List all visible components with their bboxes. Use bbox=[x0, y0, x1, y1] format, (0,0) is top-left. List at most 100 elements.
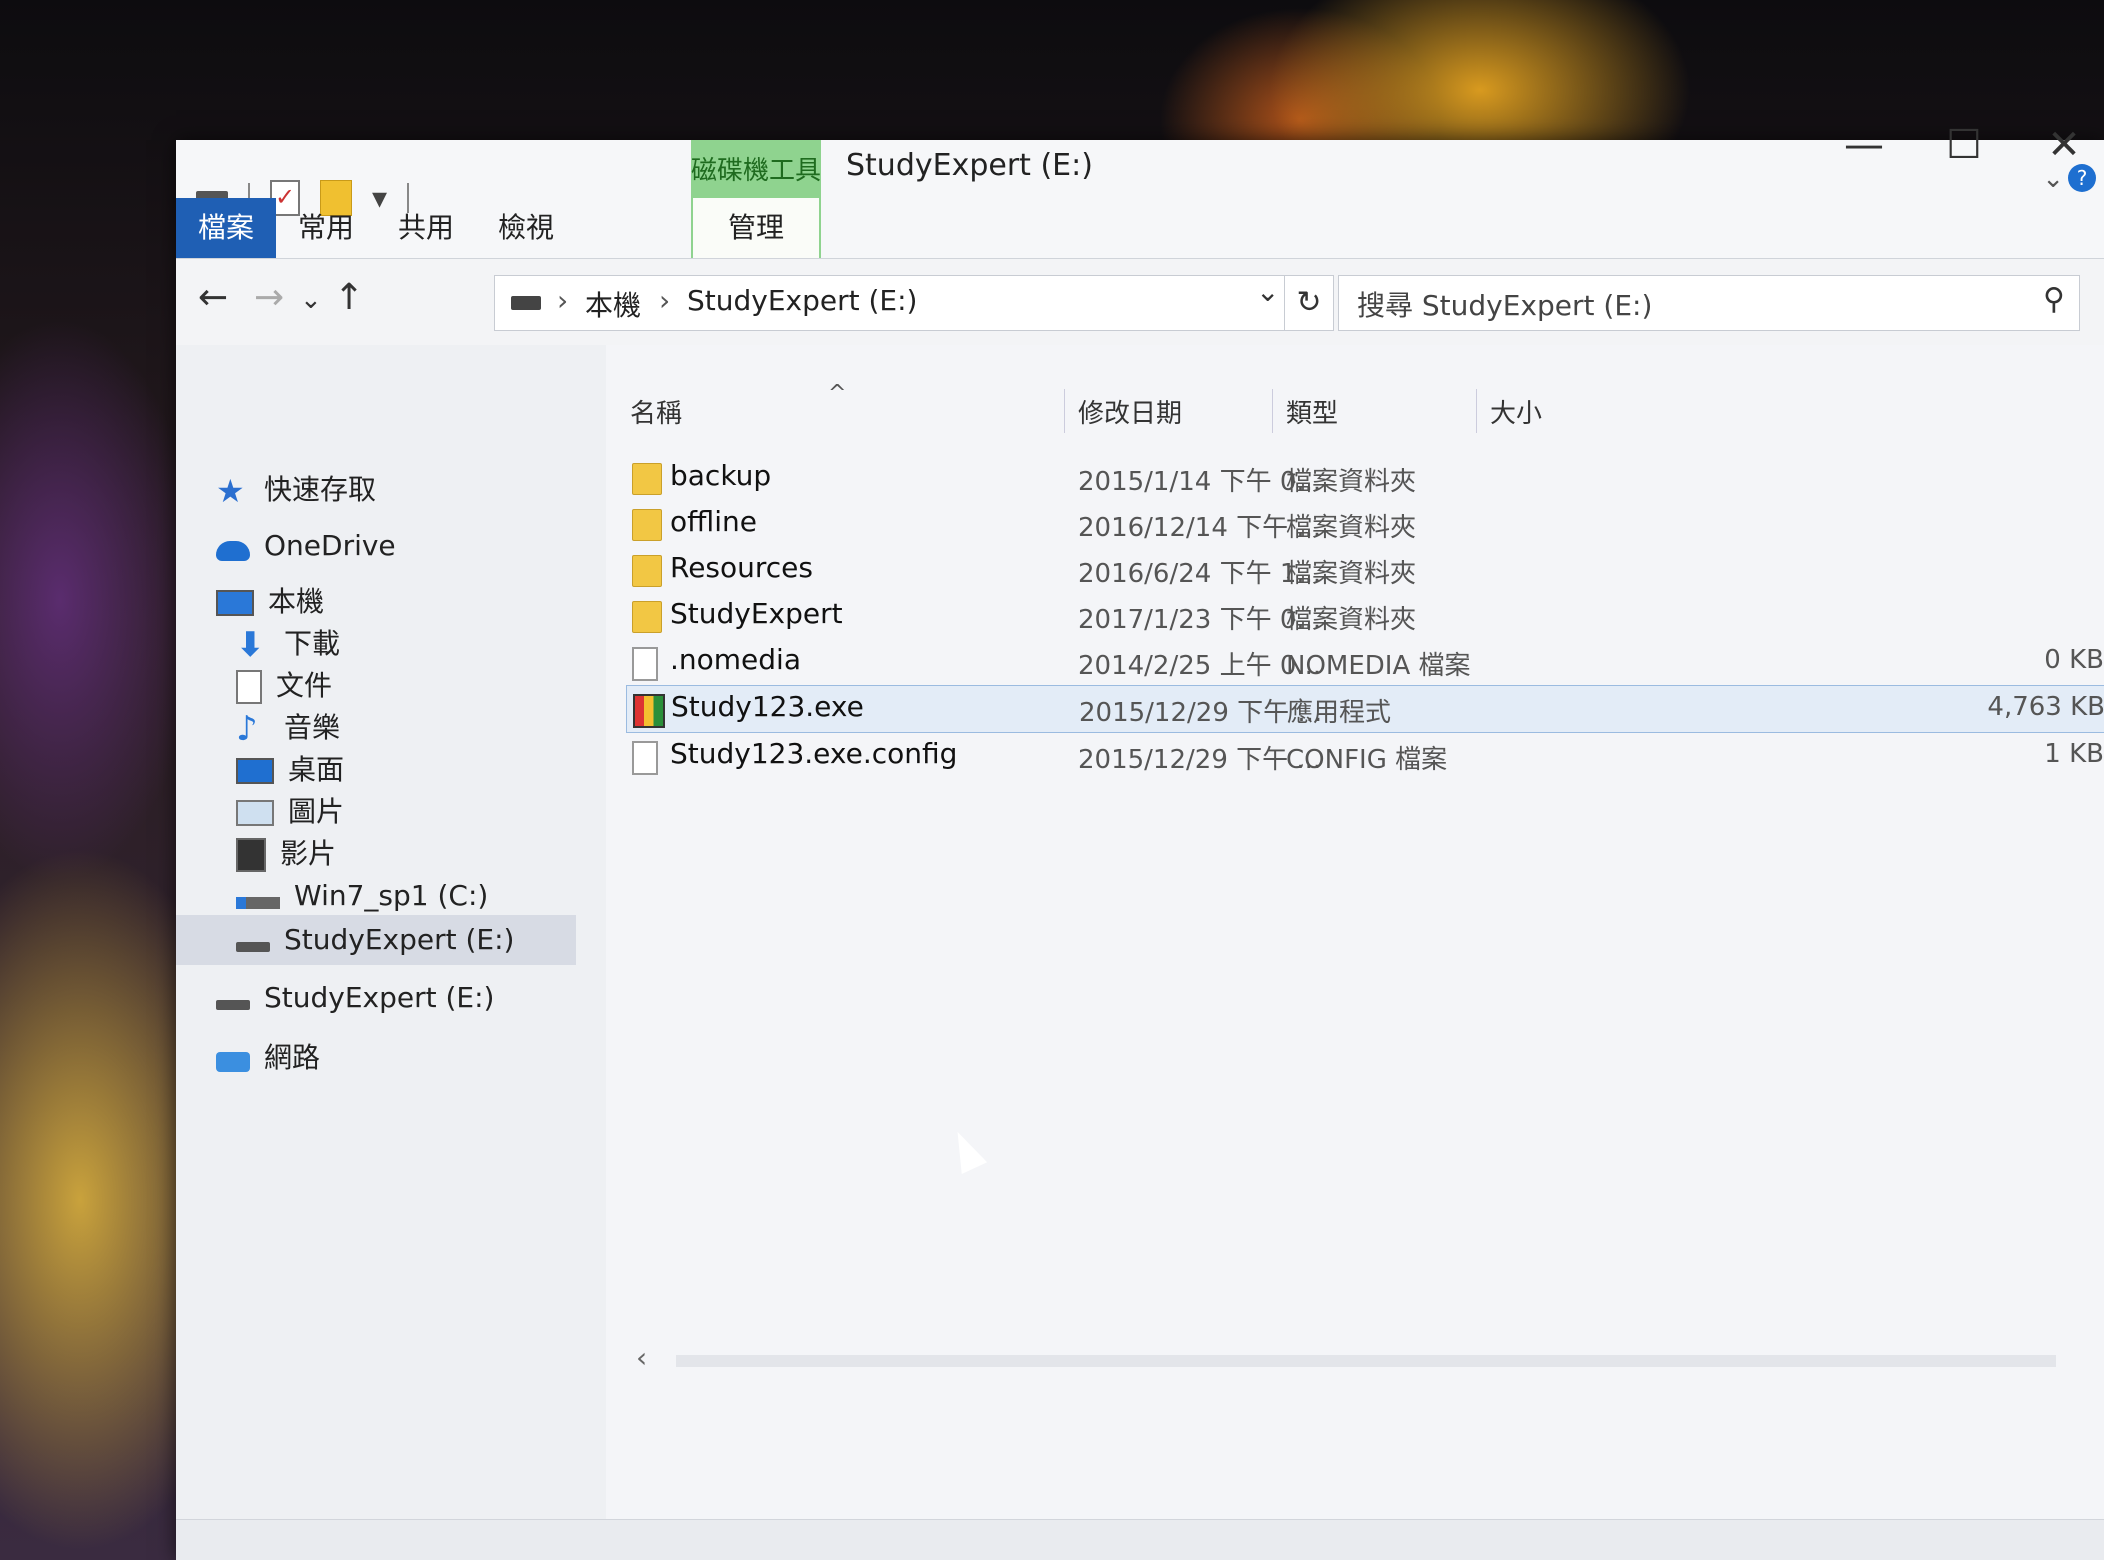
file-modified: 2014/2/25 上午 0... bbox=[1078, 651, 1322, 681]
computer-icon bbox=[216, 590, 254, 616]
nav-onedrive[interactable]: OneDrive bbox=[216, 521, 396, 571]
file-type: 檔案資料夾 bbox=[1286, 467, 1417, 497]
search-box[interactable]: 搜尋 StudyExpert (E:) ⚲ bbox=[1338, 275, 2080, 331]
address-dropdown-chevron-icon[interactable]: ⌄ bbox=[1256, 275, 1279, 308]
file-size: 1 KB bbox=[2044, 739, 2104, 769]
nav-label: StudyExpert (E:) bbox=[284, 923, 515, 956]
nav-drive-e-selected[interactable]: StudyExpert (E:) bbox=[176, 915, 576, 965]
tab-view[interactable]: 檢視 bbox=[476, 198, 576, 258]
file-type: 應用程式 bbox=[1287, 698, 1392, 728]
file-name: Study123.exe bbox=[671, 690, 864, 723]
nav-quick-access[interactable]: ★ 快速存取 bbox=[216, 465, 376, 515]
column-divider[interactable] bbox=[1272, 389, 1273, 433]
nav-label: Win7_sp1 (C:) bbox=[294, 879, 489, 912]
cloud-icon bbox=[216, 541, 250, 561]
maximize-button[interactable]: ☐ bbox=[1934, 122, 1994, 168]
search-icon[interactable]: ⚲ bbox=[2043, 282, 2065, 317]
back-arrow-icon[interactable]: ← bbox=[198, 277, 228, 318]
file-row[interactable]: offline 2016/12/14 下午 ... 檔案資料夾 bbox=[626, 501, 2104, 547]
title-bar: ✓ ▾ 磁碟機工具 StudyExpert (E:) — ☐ ✕ ⌄ ? 檔案 … bbox=[176, 122, 2104, 258]
help-icon[interactable]: ? bbox=[2068, 164, 2096, 192]
file-row[interactable]: backup 2015/1/14 下午 0... 檔案資料夾 bbox=[626, 455, 2104, 501]
close-button[interactable]: ✕ bbox=[2034, 122, 2094, 168]
tab-file[interactable]: 檔案 bbox=[176, 198, 276, 258]
nav-network[interactable]: 網路 bbox=[216, 1033, 320, 1083]
column-header-size[interactable]: 大小 bbox=[1490, 393, 1542, 430]
file-size: 0 KB bbox=[2044, 645, 2104, 675]
expand-ribbon-chevron-icon[interactable]: ⌄ bbox=[2042, 164, 2064, 194]
file-row-selected[interactable]: Study123.exe 2015/12/29 下午 ... 應用程式 4,76… bbox=[626, 685, 2104, 733]
breadcrumb-separator: › bbox=[659, 284, 671, 317]
ribbon-tabs: 檔案 常用 共用 檢視 管理 bbox=[176, 198, 2104, 258]
column-divider[interactable] bbox=[1064, 389, 1065, 433]
download-icon: ⬇ bbox=[236, 625, 265, 665]
application-icon bbox=[633, 694, 665, 728]
breadcrumb-this-pc[interactable]: 本機 bbox=[585, 284, 641, 324]
nav-label: StudyExpert (E:) bbox=[264, 981, 495, 1014]
drive-icon bbox=[236, 897, 280, 909]
file-icon bbox=[632, 741, 658, 775]
address-bar[interactable]: › 本機 › StudyExpert (E:) bbox=[494, 275, 1296, 331]
file-type: NOMEDIA 檔案 bbox=[1286, 651, 1471, 681]
file-row[interactable]: Resources 2016/6/24 下午 1... 檔案資料夾 bbox=[626, 547, 2104, 593]
window-title: StudyExpert (E:) bbox=[846, 148, 1093, 183]
forward-arrow-icon[interactable]: → bbox=[254, 277, 284, 318]
nav-label: 文件 bbox=[276, 669, 333, 702]
tab-home[interactable]: 常用 bbox=[276, 198, 376, 258]
navigation-bar: ← → ⌄ ↑ › 本機 › StudyExpert (E:) ⌄ ↻ 搜尋 S… bbox=[176, 258, 2104, 346]
nav-label: 桌面 bbox=[288, 753, 345, 786]
pictures-icon bbox=[236, 800, 274, 826]
file-name: Study123.exe.config bbox=[670, 737, 958, 770]
scrollbar-track[interactable] bbox=[676, 1355, 2056, 1367]
file-name: .nomedia bbox=[670, 643, 801, 676]
column-header-type[interactable]: 類型 bbox=[1286, 393, 1338, 430]
file-icon bbox=[632, 647, 658, 681]
nav-label: 網路 bbox=[264, 1041, 321, 1074]
refresh-button[interactable]: ↻ bbox=[1284, 275, 1334, 331]
column-header-name[interactable]: 名稱 bbox=[630, 393, 682, 430]
folder-icon bbox=[632, 509, 662, 541]
nav-label: 圖片 bbox=[288, 795, 345, 828]
nav-drive-c[interactable]: Win7_sp1 (C:) bbox=[236, 871, 488, 921]
network-icon bbox=[216, 1052, 250, 1072]
file-row[interactable]: .nomedia 2014/2/25 上午 0... NOMEDIA 檔案 0 … bbox=[626, 639, 2104, 685]
drive-icon bbox=[511, 296, 541, 310]
recent-locations-chevron-icon[interactable]: ⌄ bbox=[300, 285, 322, 315]
star-icon: ★ bbox=[216, 472, 245, 510]
drive-icon bbox=[236, 942, 270, 952]
file-row[interactable]: Study123.exe.config 2015/12/29 下午 ... CO… bbox=[626, 733, 2104, 779]
folder-icon bbox=[632, 601, 662, 633]
file-list: ^ 名稱 修改日期 類型 大小 backup 2015/1/14 下午 0...… bbox=[606, 345, 2104, 1560]
horizontal-scrollbar[interactable]: ‹ bbox=[636, 1341, 2076, 1375]
file-modified: 2017/1/23 下午 0... bbox=[1078, 605, 1322, 635]
file-modified: 2016/6/24 下午 1... bbox=[1078, 559, 1322, 589]
file-row[interactable]: StudyExpert 2017/1/23 下午 0... 檔案資料夾 bbox=[626, 593, 2104, 639]
file-modified: 2015/12/29 下午 ... bbox=[1079, 698, 1323, 728]
nav-drive-e[interactable]: StudyExpert (E:) bbox=[216, 973, 494, 1023]
folder-icon bbox=[632, 463, 662, 495]
minimize-button[interactable]: — bbox=[1834, 122, 1894, 168]
up-arrow-icon[interactable]: ↑ bbox=[334, 277, 364, 318]
nav-label: 下載 bbox=[284, 627, 341, 660]
search-placeholder: 搜尋 StudyExpert (E:) bbox=[1357, 289, 1653, 322]
nav-label: OneDrive bbox=[264, 529, 396, 562]
column-header-modified[interactable]: 修改日期 bbox=[1078, 393, 1182, 430]
status-bar bbox=[176, 1519, 2104, 1560]
breadcrumb-separator: › bbox=[557, 284, 569, 317]
file-name: offline bbox=[670, 505, 757, 538]
drive-icon bbox=[216, 1000, 250, 1010]
file-size: 4,763 KB bbox=[1987, 692, 2104, 722]
column-divider[interactable] bbox=[1476, 389, 1477, 433]
navigation-pane: ★ 快速存取 OneDrive 本機 ⬇ 下載 文件 ♪ 音樂 桌面 圖片 影片 Wi… bbox=[176, 345, 606, 1560]
nav-label: 快速存取 bbox=[264, 473, 377, 506]
file-modified: 2015/12/29 下午 ... bbox=[1078, 745, 1322, 775]
sort-ascending-icon: ^ bbox=[828, 381, 847, 406]
context-tab-group-label: 磁碟機工具 bbox=[691, 156, 822, 186]
breadcrumb-drive-e[interactable]: StudyExpert (E:) bbox=[687, 284, 917, 317]
scroll-left-arrow-icon[interactable]: ‹ bbox=[636, 1341, 647, 1374]
desktop-icon bbox=[236, 758, 274, 784]
nav-label: 影片 bbox=[280, 837, 337, 870]
tab-share[interactable]: 共用 bbox=[376, 198, 476, 258]
file-modified: 2016/12/14 下午 ... bbox=[1078, 513, 1322, 543]
tab-manage[interactable]: 管理 bbox=[691, 198, 821, 258]
